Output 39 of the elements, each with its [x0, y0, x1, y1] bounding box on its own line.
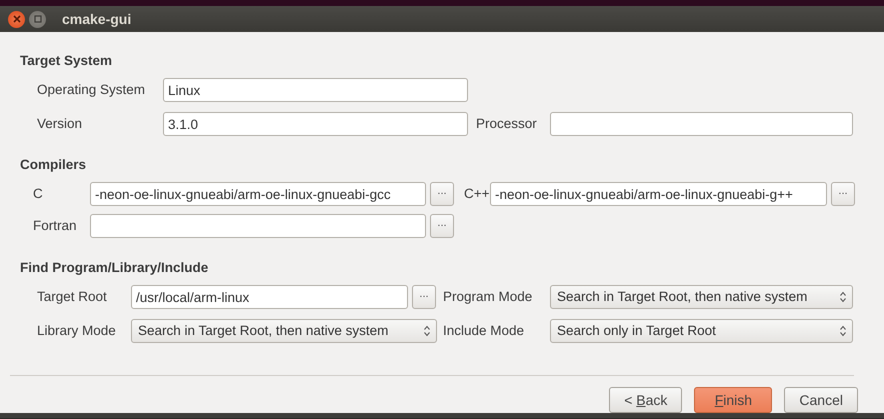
dropdown[interactable]: Search in Target Root, then native system — [550, 285, 853, 309]
minimize-icon[interactable] — [29, 10, 46, 28]
dropdown[interactable]: Search only in Target Root — [550, 319, 853, 343]
field-label: Operating System — [37, 80, 146, 99]
browse-button[interactable]: ... — [430, 214, 454, 238]
text-field[interactable]: Linux — [163, 78, 468, 102]
text-field[interactable] — [90, 214, 426, 238]
spinner-icon — [840, 325, 846, 337]
dropdown-value: Search in Target Root, then native system — [138, 322, 388, 340]
finish-button[interactable]: Finish — [694, 387, 772, 413]
section-title: Target System — [20, 52, 114, 70]
text-field[interactable]: -neon-oe-linux-gnueabi/arm-oe-linux-gnueabi-gcc — [90, 182, 426, 206]
text-field[interactable]: -neon-oe-linux-gnueabi/arm-oe-linux-gnueabi-g++ — [490, 182, 827, 206]
section-title: Find Program/Library/Include — [20, 259, 210, 277]
dropdown-value: Search in Target Root, then native system — [557, 288, 808, 306]
browse-button[interactable]: ... — [831, 182, 855, 206]
text-field[interactable]: 3.1.0 — [163, 112, 468, 136]
field-label: Processor — [476, 114, 537, 133]
dropdown-value: Search only in Target Root — [557, 322, 716, 340]
section-title: Compilers — [20, 156, 88, 174]
field-label: Target Root — [37, 288, 107, 306]
spinner-icon — [840, 291, 846, 303]
field-label: Fortran — [33, 216, 77, 235]
browse-button[interactable]: ... — [430, 182, 454, 206]
field-label: Version — [37, 114, 82, 133]
close-icon[interactable] — [8, 10, 25, 28]
field-label: Library Mode — [37, 322, 116, 340]
window-title: cmake-gui — [62, 10, 132, 29]
spinner-icon — [424, 325, 430, 337]
dropdown[interactable]: Search in Target Root, then native system — [131, 319, 437, 343]
field-label: Program Mode — [443, 288, 532, 306]
cancel-button[interactable]: Cancel — [784, 387, 858, 413]
back-button[interactable]: < Back — [609, 387, 682, 413]
text-field[interactable] — [550, 112, 853, 136]
browse-button[interactable]: ... — [412, 285, 436, 309]
field-label: C++ — [464, 184, 490, 203]
text-field[interactable]: /usr/local/arm-linux — [131, 285, 408, 309]
field-label: Include Mode — [443, 322, 524, 340]
field-label: C — [33, 184, 43, 203]
